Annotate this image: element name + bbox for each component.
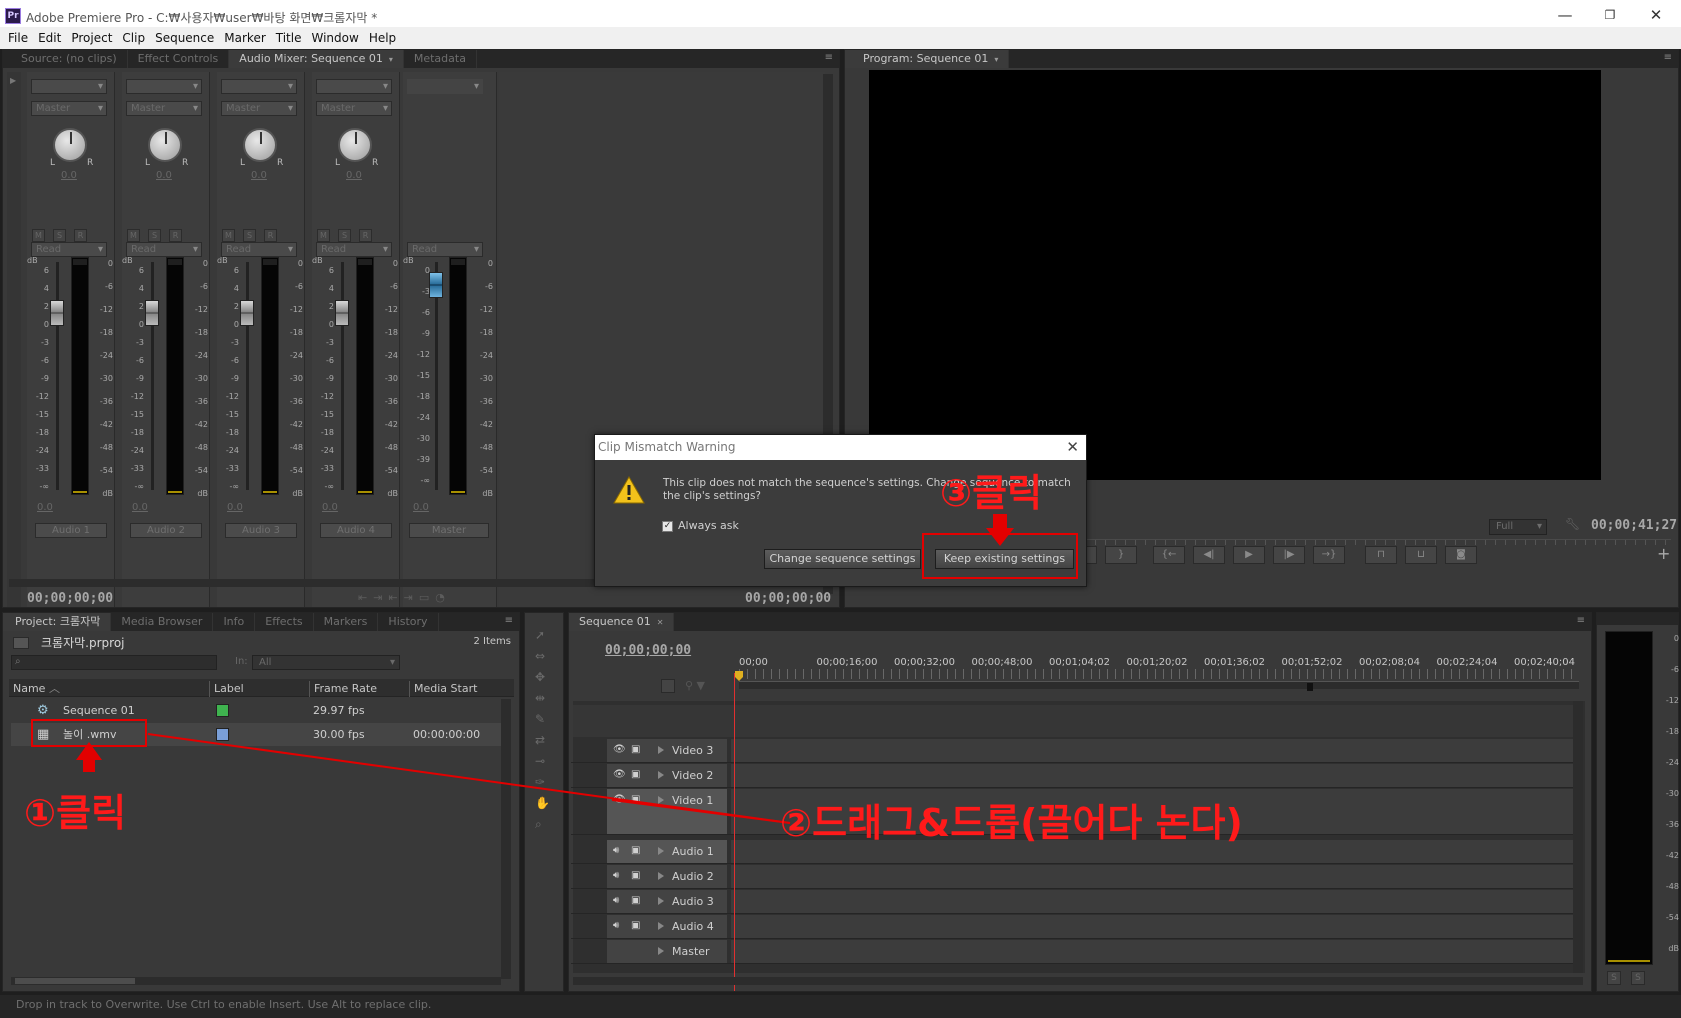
annotation-step3: ③클릭 <box>940 471 1043 515</box>
app-window: { "window": { "app_icon": "Pr", "title":… <box>0 0 1681 1018</box>
drag-arrow-line <box>611 799 791 824</box>
annotation-step2: ②드래그&드롭(끌어다 논다) <box>780 801 1243 845</box>
down-arrow-icon <box>986 514 1014 546</box>
up-arrow-icon <box>76 742 102 772</box>
annotation-step1: ①클릭 <box>24 791 127 835</box>
annotation-overlay <box>76 514 1014 824</box>
